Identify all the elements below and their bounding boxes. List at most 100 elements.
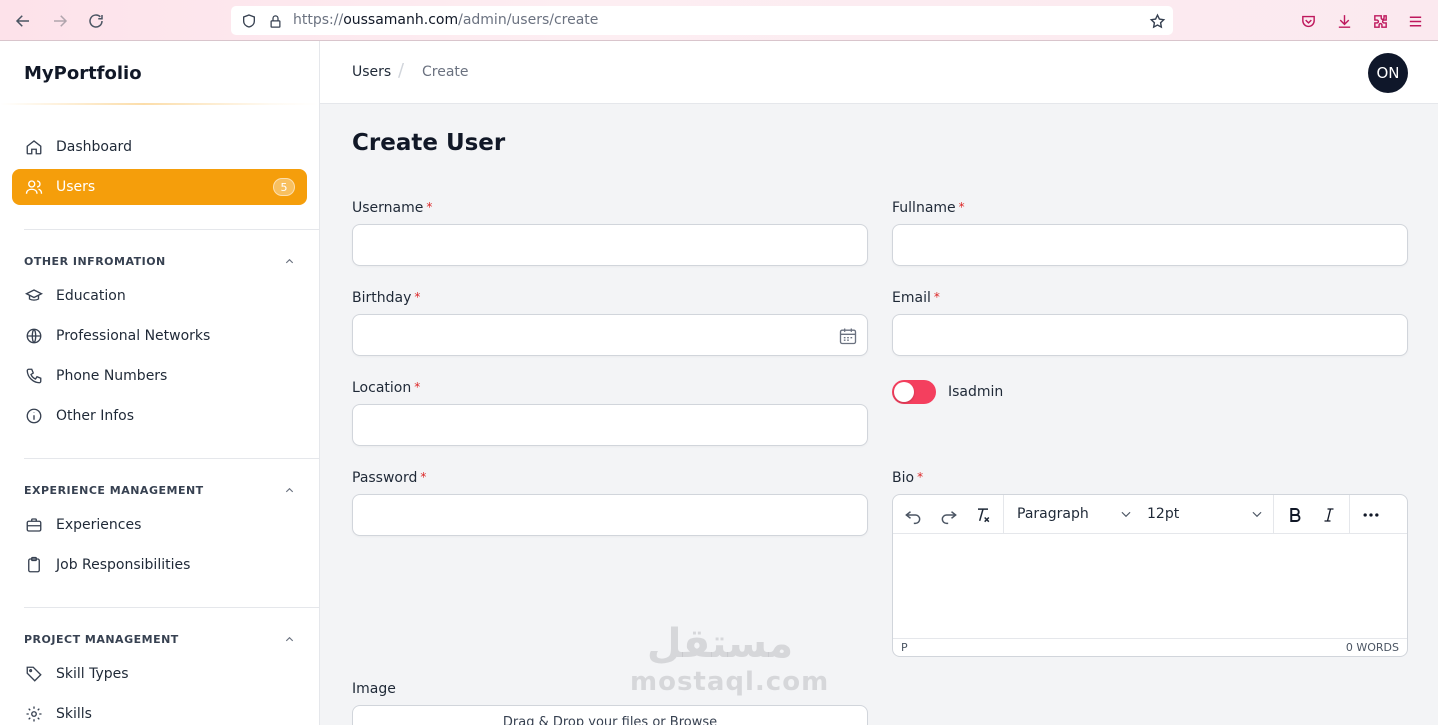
- bookmark-star-icon[interactable]: [1147, 11, 1167, 31]
- sidebar: MyPortfolio Dashboard Users 5 OTHER INFR…: [0, 41, 320, 725]
- phone-icon: [24, 366, 44, 386]
- fullname-field-wrapper: [892, 224, 1408, 266]
- required-mark: *: [958, 200, 965, 214]
- fullname-input[interactable]: [893, 225, 1407, 265]
- sidebar-item-phone-numbers[interactable]: Phone Numbers: [12, 358, 307, 394]
- clear-formatting-icon[interactable]: [971, 503, 995, 527]
- chevron-down-icon[interactable]: [1119, 507, 1133, 521]
- sidebar-item-label: Users: [56, 179, 96, 195]
- required-mark: *: [414, 380, 421, 394]
- location-field-wrapper: [352, 404, 868, 446]
- redo-icon[interactable]: [937, 503, 961, 527]
- sidebar-item-label: Professional Networks: [56, 328, 211, 344]
- gear-icon: [24, 704, 44, 724]
- bio-label: Bio *: [892, 470, 924, 486]
- password-input[interactable]: [353, 495, 867, 535]
- email-input[interactable]: [893, 315, 1407, 355]
- briefcase-icon: [24, 515, 44, 535]
- extensions-icon[interactable]: [1367, 8, 1393, 34]
- sidebar-item-skills[interactable]: Skills: [12, 696, 307, 725]
- chevron-up-icon[interactable]: [282, 632, 296, 646]
- forward-arrow-icon[interactable]: [47, 8, 73, 34]
- watermark-latin: mostaql.com: [630, 667, 830, 697]
- fullname-label: Fullname *: [892, 200, 965, 216]
- word-count[interactable]: 0 WORDS: [1346, 641, 1399, 654]
- image-label: Image: [352, 681, 396, 697]
- browser-toolbar: https://oussamanh.com/admin/users/create: [0, 0, 1438, 41]
- graduation-cap-icon: [24, 286, 44, 306]
- toggle-knob: [894, 382, 914, 402]
- breadcrumb-users[interactable]: Users: [352, 64, 391, 80]
- element-path[interactable]: P: [901, 641, 908, 654]
- bold-icon[interactable]: [1283, 503, 1307, 527]
- page-title: Create User: [352, 130, 506, 156]
- isadmin-toggle[interactable]: [892, 380, 936, 404]
- download-icon[interactable]: [1331, 8, 1357, 34]
- tag-icon: [24, 664, 44, 684]
- location-input[interactable]: [353, 405, 867, 445]
- isadmin-label: Isadmin: [948, 384, 1004, 400]
- italic-icon[interactable]: [1317, 503, 1341, 527]
- editor-content-area[interactable]: [893, 535, 1407, 638]
- required-mark: *: [933, 290, 940, 304]
- required-mark: *: [414, 290, 421, 304]
- chevron-up-icon[interactable]: [282, 254, 296, 268]
- address-bar[interactable]: https://oussamanh.com/admin/users/create: [231, 6, 1173, 35]
- lock-icon[interactable]: [265, 11, 285, 31]
- sidebar-item-label: Skill Types: [56, 666, 129, 682]
- birthday-input[interactable]: [353, 315, 867, 355]
- required-mark: *: [426, 200, 433, 214]
- password-field-wrapper: [352, 494, 868, 536]
- toolbar-separator: [1349, 495, 1350, 534]
- email-field-wrapper: [892, 314, 1408, 356]
- editor-statusbar: P 0 WORDS: [893, 638, 1407, 656]
- users-icon: [24, 177, 44, 197]
- sidebar-item-skill-types[interactable]: Skill Types: [12, 656, 307, 692]
- avatar[interactable]: ON: [1368, 53, 1408, 93]
- password-label: Password *: [352, 470, 427, 486]
- pocket-icon[interactable]: [1295, 8, 1321, 34]
- sidebar-item-label: Skills: [56, 706, 92, 722]
- sidebar-item-dashboard[interactable]: Dashboard: [12, 129, 307, 165]
- back-arrow-icon[interactable]: [10, 8, 36, 34]
- breadcrumb-separator: /: [398, 60, 405, 81]
- sidebar-item-education[interactable]: Education: [12, 278, 307, 314]
- undo-icon[interactable]: [901, 503, 925, 527]
- username-input[interactable]: [353, 225, 867, 265]
- sidebar-item-label: Other Infos: [56, 408, 134, 424]
- brand-logo[interactable]: MyPortfolio: [24, 63, 142, 84]
- breadcrumb-create: Create: [422, 64, 469, 80]
- required-mark: *: [917, 470, 924, 484]
- email-label: Email *: [892, 290, 940, 306]
- count-badge: 5: [273, 178, 295, 196]
- sidebar-item-label: Education: [56, 288, 126, 304]
- reload-icon[interactable]: [83, 8, 109, 34]
- group-divider: [24, 229, 319, 230]
- group-title-other-information[interactable]: OTHER INFROMATION: [24, 255, 166, 268]
- required-mark: *: [420, 470, 427, 484]
- shield-icon[interactable]: [239, 11, 259, 31]
- chevron-up-icon[interactable]: [282, 483, 296, 497]
- url-text[interactable]: https://oussamanh.com/admin/users/create: [293, 12, 598, 28]
- birthday-field-wrapper: [352, 314, 868, 356]
- group-title-experience-management[interactable]: EXPERIENCE MANAGEMENT: [24, 484, 204, 497]
- sidebar-item-users[interactable]: Users 5: [12, 169, 307, 205]
- sidebar-item-experiences[interactable]: Experiences: [12, 507, 307, 543]
- sidebar-item-professional-networks[interactable]: Professional Networks: [12, 318, 307, 354]
- bio-rich-text-editor: Paragraph 12pt P 0 WORDS: [892, 494, 1408, 657]
- image-dropzone[interactable]: Drag & Drop your files or Browse: [352, 705, 868, 725]
- font-size-select[interactable]: 12pt: [1147, 506, 1179, 522]
- calendar-icon[interactable]: [838, 326, 858, 346]
- group-title-project-management[interactable]: PROJECT MANAGEMENT: [24, 633, 179, 646]
- home-icon: [24, 137, 44, 157]
- block-format-select[interactable]: Paragraph: [1017, 506, 1089, 522]
- toolbar-separator: [1273, 495, 1274, 534]
- topbar: Users / Create ON: [320, 41, 1438, 104]
- sidebar-item-other-infos[interactable]: Other Infos: [12, 398, 307, 434]
- more-options-icon[interactable]: [1359, 503, 1383, 527]
- group-divider: [24, 458, 319, 459]
- dropzone-text: Drag & Drop your files or Browse: [502, 715, 718, 725]
- chevron-down-icon[interactable]: [1250, 507, 1264, 521]
- menu-hamburger-icon[interactable]: [1402, 8, 1428, 34]
- sidebar-item-job-responsibilities[interactable]: Job Responsibilities: [12, 547, 307, 583]
